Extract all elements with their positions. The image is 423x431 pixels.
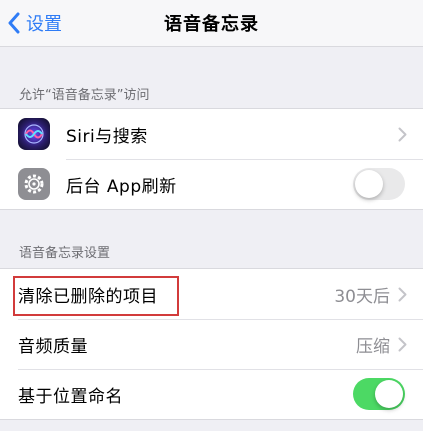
clear-deleted-value: 30天后 — [334, 286, 390, 307]
chevron-right-icon — [398, 287, 407, 301]
audio-quality-value: 压缩 — [356, 336, 390, 357]
highlight-annotation — [13, 276, 179, 316]
page-title: 语音备忘录 — [164, 14, 259, 35]
row-background-app-refresh: 后台 App刷新 — [0, 159, 423, 209]
row-siri-search[interactable]: Siri与搜索 — [0, 109, 423, 159]
row-label-siri-search: Siri与搜索 — [66, 126, 148, 147]
row-location-naming: 基于位置命名 — [0, 369, 423, 419]
access-group: Siri与搜索 后台 App刷新 — [0, 108, 423, 210]
row-label-audio-quality: 音频质量 — [18, 336, 88, 357]
section-header-access: 允许“语音备忘录”访问 — [19, 88, 150, 103]
row-label-location-naming: 基于位置命名 — [18, 386, 123, 407]
chevron-right-icon — [398, 127, 407, 141]
toggle-knob — [375, 380, 403, 408]
navigation-bar: 设置 语音备忘录 — [0, 0, 423, 47]
siri-icon — [18, 118, 50, 150]
gear-icon — [18, 168, 50, 200]
location-naming-toggle[interactable] — [353, 378, 405, 410]
row-label-background-app-refresh: 后台 App刷新 — [66, 176, 177, 197]
section-header-settings: 语音备忘录设置 — [19, 246, 111, 261]
toggle-knob — [355, 170, 383, 198]
background-refresh-toggle[interactable] — [353, 168, 405, 200]
row-audio-quality[interactable]: 音频质量 压缩 — [0, 319, 423, 369]
chevron-right-icon — [398, 337, 407, 351]
